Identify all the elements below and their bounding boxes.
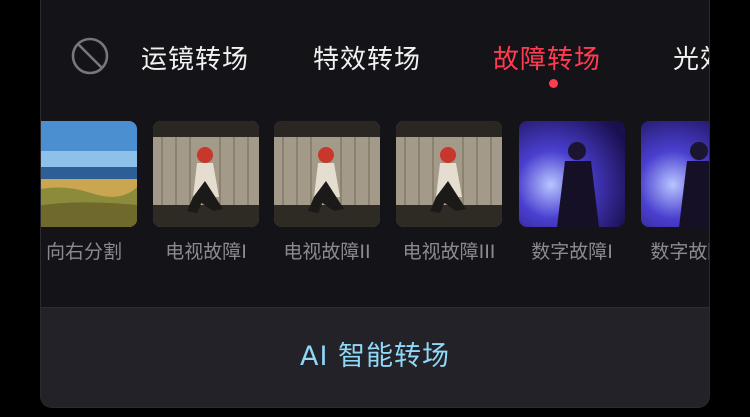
effect-thumb-digital-glitch-1[interactable] <box>519 121 625 227</box>
footer-bar: AI 智能转场 <box>41 307 709 407</box>
tab-camera-transition[interactable]: 运镜转场 <box>141 39 249 76</box>
effect-thumb-tv-glitch-3[interactable] <box>396 121 502 227</box>
effect-label-split-right: 向右分割 <box>45 241 122 263</box>
ai-smart-transition-button[interactable]: AI 智能转场 <box>41 334 709 373</box>
effect-thumb-tv-glitch-2[interactable] <box>274 121 380 227</box>
active-tab-indicator <box>549 79 558 88</box>
effect-thumb-tv-glitch-1[interactable] <box>153 121 259 227</box>
transition-category-tabs: 运镜转场 特效转场 故障转场 光效 <box>41 0 709 99</box>
effect-label-tv-glitch-2: 电视故障II <box>283 241 371 263</box>
effect-thumb-digital-glitch-2[interactable] <box>641 121 709 227</box>
effect-label-digital-glitch-1: 数字故障I <box>531 241 613 263</box>
effect-label-tv-glitch-3: 电视故障III <box>402 241 496 263</box>
effect-label-tv-glitch-1: 电视故障I <box>165 241 247 263</box>
transition-panel: 运镜转场 特效转场 故障转场 光效 <box>40 0 710 408</box>
effect-thumb-split-right[interactable] <box>41 121 137 227</box>
tab-effect-transition[interactable]: 特效转场 <box>313 39 421 76</box>
no-effect-icon[interactable] <box>71 37 109 75</box>
tab-light-transition[interactable]: 光效 <box>673 39 709 76</box>
tab-glitch-transition[interactable]: 故障转场 <box>493 39 601 76</box>
effect-label-digital-glitch-2: 数字故障II <box>650 241 709 263</box>
